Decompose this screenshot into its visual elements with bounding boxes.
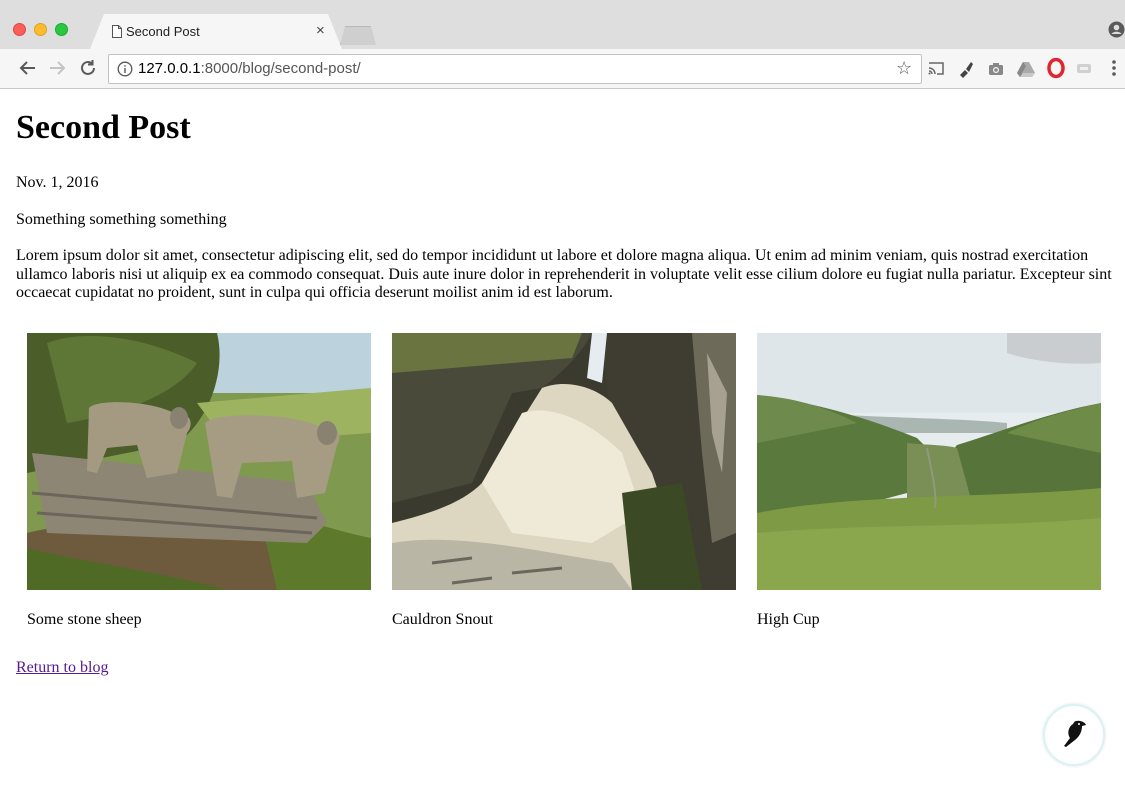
url-text[interactable]: 127.0.0.1:8000/blog/second-post/ — [138, 60, 361, 77]
arrow-left-icon[interactable] — [17, 57, 39, 79]
gallery-caption: Cauldron Snout — [392, 611, 493, 628]
reload-icon[interactable] — [77, 57, 99, 79]
valley-image — [757, 333, 1101, 590]
cast-icon[interactable] — [926, 57, 946, 79]
stone-sheep-image — [27, 333, 371, 590]
menu-icon[interactable] — [1104, 57, 1124, 79]
post-date: Nov. 1, 2016 — [16, 174, 99, 191]
gallery-item: Some stone sheep — [27, 333, 371, 628]
opera-icon[interactable] — [1046, 57, 1066, 79]
gallery-item: Cauldron Snout — [392, 333, 736, 628]
return-to-blog-link[interactable]: Return to blog — [16, 659, 108, 677]
extension-icon[interactable] — [1074, 57, 1094, 79]
star-icon[interactable]: ☆ — [896, 58, 912, 79]
url-host: 127.0.0.1 — [138, 60, 201, 77]
post-body: Lorem ipsum dolor sit amet, consectetur … — [16, 247, 1112, 301]
wagtail-userbar-button[interactable] — [1043, 704, 1105, 766]
url-path: :8000/blog/second-post/ — [200, 60, 361, 77]
gallery-caption: Some stone sheep — [27, 611, 142, 628]
info-icon[interactable] — [117, 61, 133, 77]
post-intro: Something something something — [16, 211, 227, 228]
close-tab-icon[interactable]: × — [316, 22, 325, 39]
document-icon — [112, 25, 122, 38]
minimize-window-button[interactable] — [34, 23, 47, 36]
window-controls — [13, 23, 68, 36]
gallery-caption: High Cup — [757, 611, 820, 628]
post-title: Second Post — [16, 109, 191, 146]
zoom-window-button[interactable] — [55, 23, 68, 36]
tab-strip: Second Post × — [0, 0, 1125, 49]
tab-second-post[interactable]: Second Post × — [90, 14, 342, 49]
wagtail-bird-icon — [1064, 720, 1086, 747]
address-bar[interactable]: 127.0.0.1:8000/blog/second-post/ ☆ — [108, 54, 922, 84]
arrow-right-icon[interactable] — [46, 57, 68, 79]
page-content: Second Post Nov. 1, 2016 Something somet… — [0, 89, 1125, 791]
close-window-button[interactable] — [13, 23, 26, 36]
browser-chrome: Second Post × 127.0.0.1:8000/blog/second… — [0, 0, 1125, 89]
drive-icon[interactable] — [1016, 57, 1036, 79]
new-tab-button[interactable] — [340, 26, 376, 45]
gallery-item: High Cup — [757, 333, 1101, 628]
camera-icon[interactable] — [986, 57, 1006, 79]
waterfall-image — [392, 333, 736, 590]
tab-title: Second Post — [126, 24, 200, 39]
profile-icon[interactable] — [1108, 21, 1125, 38]
pen-icon[interactable] — [956, 57, 976, 79]
